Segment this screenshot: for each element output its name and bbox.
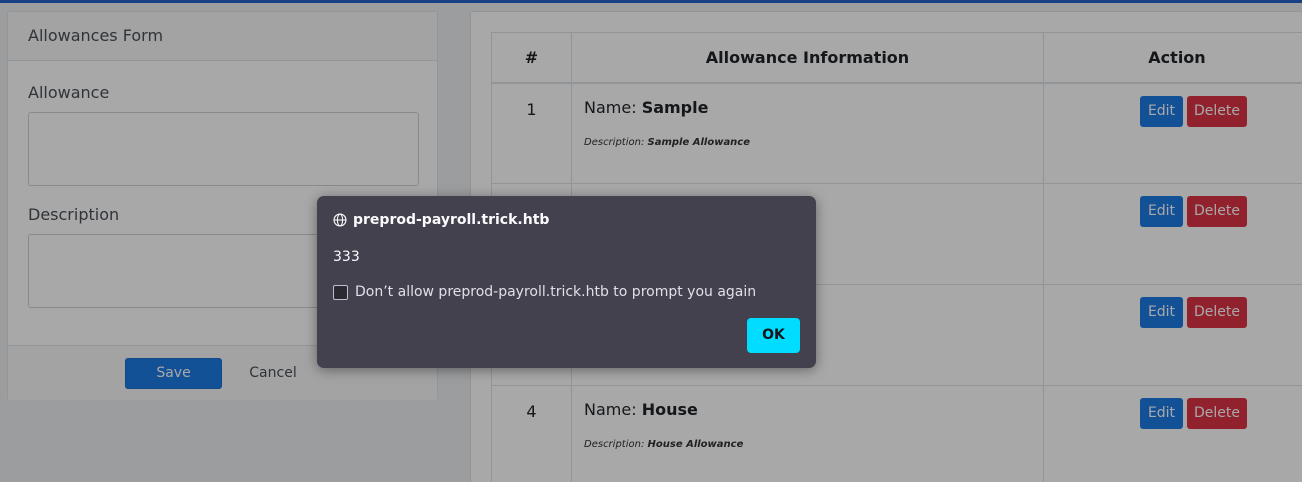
dialog-origin: preprod-payroll.trick.htb [353, 212, 550, 228]
prompt-dialog: preprod-payroll.trick.htb 333 Don’t allo… [317, 196, 816, 368]
dont-allow-checkbox[interactable] [333, 284, 348, 300]
dialog-title: preprod-payroll.trick.htb [333, 212, 549, 228]
dialog-message: 333 [333, 249, 360, 265]
globe-icon [333, 213, 347, 227]
dont-allow-label[interactable]: Don’t allow preprod-payroll.trick.htb to… [355, 284, 756, 300]
dont-allow-checkbox-row[interactable]: Don’t allow preprod-payroll.trick.htb to… [333, 284, 756, 300]
ok-button[interactable]: OK [747, 318, 800, 353]
